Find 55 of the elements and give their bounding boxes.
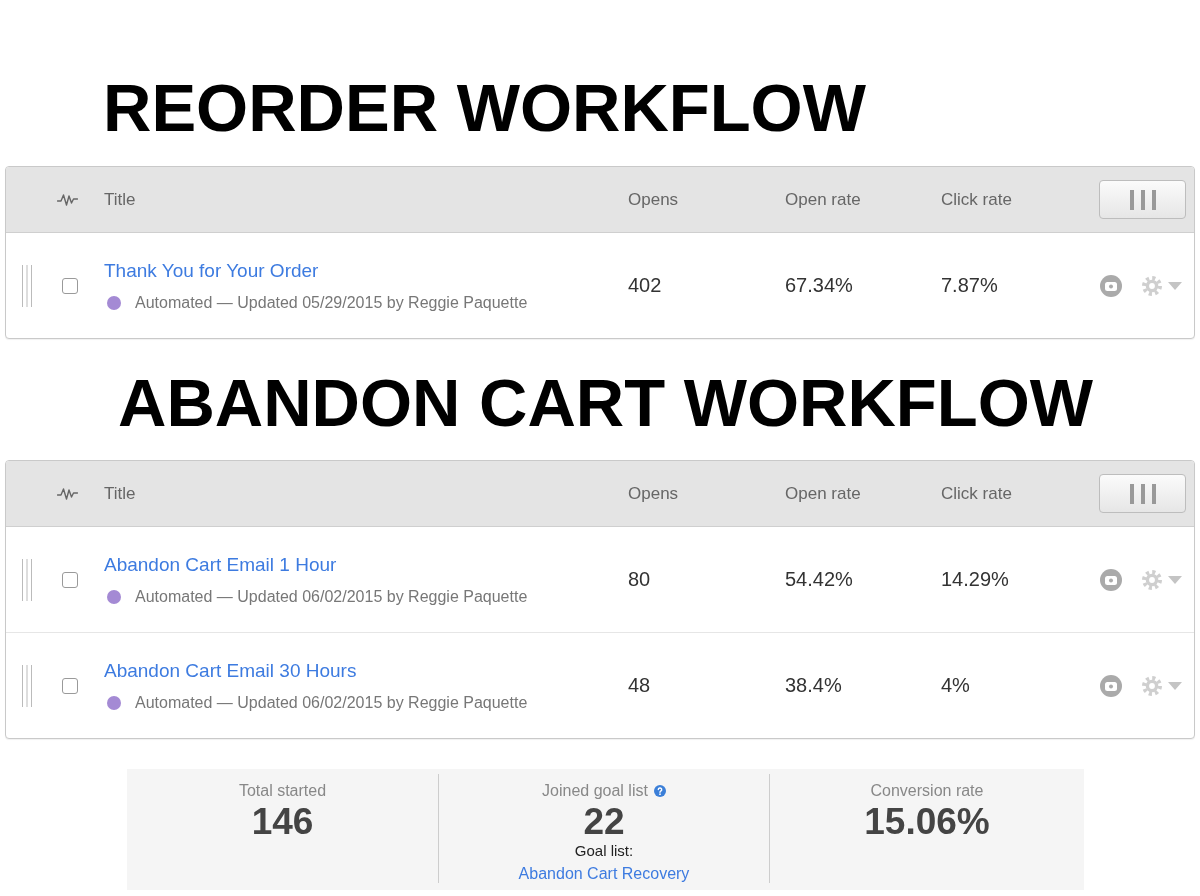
column-header: Opens (628, 483, 680, 504)
column-header: Title (104, 483, 137, 504)
table-cell-text: 54.42% (785, 568, 854, 591)
table-cell-text: 48 (628, 674, 652, 697)
table-cell-text: 80 (628, 568, 652, 591)
stat-value: 22 (583, 803, 625, 840)
goal-list-link[interactable]: Abandon Cart Recovery (518, 865, 690, 883)
column-header: Open rate (785, 483, 862, 504)
column-header: Opens (628, 189, 680, 210)
table-cell-text: 4% (941, 674, 971, 697)
stat-label: Total started (238, 782, 327, 800)
gear-icon[interactable] (1142, 569, 1162, 590)
activity-icon (57, 192, 78, 207)
caret-icon[interactable] (1168, 575, 1182, 584)
gear-icon[interactable] (1142, 275, 1162, 296)
columns-icon (1129, 189, 1156, 210)
columns-icon (1129, 483, 1156, 504)
table-cell-text: 402 (628, 274, 663, 297)
section-heading: REORDER WORKFLOW (103, 74, 866, 141)
row-checkbox[interactable] (62, 277, 78, 294)
email-title-link[interactable]: Abandon Cart Email 1 Hour (104, 552, 337, 577)
columns-button[interactable] (1099, 180, 1186, 219)
camera-icon[interactable] (1100, 674, 1122, 697)
column-header: Open rate (785, 189, 862, 210)
stat-value: 15.06% (864, 803, 990, 840)
row-checkbox[interactable] (62, 571, 78, 588)
email-title-link[interactable]: Thank You for Your Order (104, 258, 319, 283)
table-cell-text: 7.87% (941, 274, 999, 297)
column-header: Click rate (941, 483, 1013, 504)
stat-value: 146 (251, 803, 314, 840)
stat-label: Joined goal list (542, 782, 648, 800)
camera-icon[interactable] (1100, 274, 1122, 297)
table-cell-text: 67.34% (785, 274, 854, 297)
drag-handle-icon[interactable] (22, 558, 32, 601)
row-checkbox[interactable] (62, 677, 78, 694)
email-meta-text: Automated — Updated 06/02/2015 by Reggie Paquette (135, 586, 528, 607)
stat-label: Conversion rate (870, 782, 984, 800)
table-cell-text: 38.4% (785, 674, 843, 697)
table-cell-text: 14.29% (941, 568, 1010, 591)
columns-button[interactable] (1099, 474, 1186, 513)
drag-handle-icon[interactable] (22, 264, 32, 307)
email-title-link[interactable]: Abandon Cart Email 30 Hours (104, 658, 357, 683)
email-meta-text: Automated — Updated 05/29/2015 by Reggie Paquette (135, 292, 528, 313)
caret-icon[interactable] (1168, 681, 1182, 690)
section-heading: ABANDON CART WORKFLOW (118, 369, 1094, 436)
goal-list-label: Goal list: (574, 842, 634, 860)
column-header: Title (104, 189, 137, 210)
caret-icon[interactable] (1168, 281, 1182, 290)
email-meta-text: Automated — Updated 06/02/2015 by Reggie Paquette (135, 692, 528, 713)
drag-handle-icon[interactable] (22, 664, 32, 707)
column-header: Click rate (941, 189, 1013, 210)
help-icon[interactable] (653, 785, 666, 797)
gear-icon[interactable] (1142, 675, 1162, 696)
camera-icon[interactable] (1100, 568, 1122, 591)
activity-icon (57, 486, 78, 501)
